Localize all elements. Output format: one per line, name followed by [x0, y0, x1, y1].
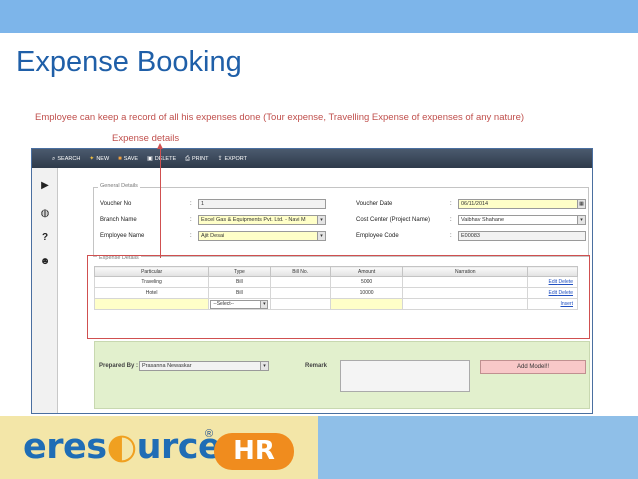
export-icon: ⇪: [217, 155, 223, 162]
colon: :: [190, 217, 192, 223]
branch-name-select[interactable]: Excel Gas & Equipments Pvt. Ltd. - Navi …: [198, 215, 326, 225]
logo-band: eres◐urce ® HR: [0, 416, 638, 479]
branch-name-value: Excel Gas & Equipments Pvt. Ltd. - Navi …: [201, 217, 306, 223]
globe-icon[interactable]: ◍: [39, 208, 51, 220]
calendar-icon[interactable]: ▦: [577, 200, 585, 208]
save-button[interactable]: ■ SAVE: [118, 156, 138, 162]
search-icon: ⌕: [52, 155, 56, 162]
slide-subtitle: Employee can keep a record of all his ex…: [35, 112, 525, 123]
cost-center-value: Vaibhav Shahane: [461, 217, 505, 223]
employee-code-field[interactable]: E00083: [458, 231, 586, 241]
save-icon: ■: [118, 155, 122, 162]
export-button[interactable]: ⇪ EXPORT: [217, 156, 247, 162]
employee-name-value: Ajit Desai: [201, 233, 225, 239]
hr-badge: HR: [214, 433, 294, 470]
colon: :: [450, 217, 452, 223]
colon: :: [450, 233, 452, 239]
voucher-date-label: Voucher Date: [356, 201, 393, 207]
search-button[interactable]: ⌕ SEARCH: [52, 156, 80, 162]
print-label: PRINT: [191, 155, 209, 162]
registered-mark: ®: [205, 428, 214, 440]
delete-icon: ▣: [147, 155, 153, 162]
remark-textarea[interactable]: [340, 360, 470, 392]
top-band: [0, 0, 638, 33]
chevron-down-icon: ▾: [260, 362, 268, 370]
expense-details-highlight: [87, 255, 590, 339]
voucher-no-field[interactable]: 1: [198, 199, 326, 209]
play-icon[interactable]: ▶: [39, 180, 51, 192]
prepared-by-select[interactable]: Prasanna Newaskar ▾: [139, 361, 269, 371]
new-icon: ✦: [89, 155, 95, 162]
cost-center-select[interactable]: Vaibhav Shahane ▾: [458, 215, 586, 225]
voucher-date-field[interactable]: 06/11/2014 ▦: [458, 199, 586, 209]
slide-title: Expense Booking: [16, 46, 242, 78]
employee-name-label: Employee Name: [100, 233, 145, 239]
add-model-button[interactable]: Add Model!!: [480, 360, 586, 374]
colon: :: [450, 201, 452, 207]
general-details-legend: General Details: [98, 183, 140, 189]
chevron-down-icon: ▾: [317, 216, 325, 224]
delete-button[interactable]: ▣ DELETE: [147, 156, 176, 162]
search-label: SEARCH: [57, 155, 81, 162]
voucher-date-value: 06/11/2014: [461, 201, 489, 207]
eresource-logo: eres◐urce: [23, 427, 222, 467]
new-label: NEW: [96, 155, 110, 162]
prepared-by-label: Prepared By :: [99, 363, 139, 369]
colon: :: [190, 201, 192, 207]
footer-panel: Prepared By : Prasanna Newaskar ▾ Remark…: [94, 341, 590, 409]
help-icon[interactable]: ?: [39, 232, 51, 244]
colon: :: [190, 233, 192, 239]
voucher-no-label: Voucher No: [100, 201, 132, 207]
callout-arrow-line: [160, 146, 161, 258]
user-icon[interactable]: ☻: [39, 256, 51, 268]
new-button[interactable]: ✦ NEW: [89, 156, 109, 162]
delete-label: DELETE: [154, 155, 177, 162]
logo-band-right: [318, 416, 638, 479]
prepared-by-value: Prasanna Newaskar: [142, 363, 192, 369]
chevron-down-icon: ▾: [577, 216, 585, 224]
employee-name-select[interactable]: Ajit Desai ▾: [198, 231, 326, 241]
remark-label: Remark: [305, 363, 328, 369]
general-details-group: General Details Voucher No : 1 Branch Na…: [93, 183, 589, 257]
sidebar: ▶ ◍ ? ☻: [32, 168, 58, 413]
print-icon: ⎙: [185, 155, 190, 162]
callout-arrow-head: [157, 143, 163, 149]
employee-code-label: Employee Code: [356, 233, 399, 239]
branch-name-label: Branch Name: [100, 217, 137, 223]
save-label: SAVE: [123, 155, 139, 162]
logo-text-a: eres: [23, 427, 107, 467]
toolbar: ⌕ SEARCH ✦ NEW ■ SAVE ▣ DELETE ⎙ PRINT ⇪…: [32, 149, 592, 168]
cost-center-label: Cost Center (Project Name): [356, 217, 431, 223]
chevron-down-icon: ▾: [317, 232, 325, 240]
logo-o-icon: ◐: [106, 427, 138, 467]
export-label: EXPORT: [224, 155, 247, 162]
print-button[interactable]: ⎙ PRINT: [185, 156, 208, 162]
expense-details-callout: Expense details: [112, 133, 180, 144]
